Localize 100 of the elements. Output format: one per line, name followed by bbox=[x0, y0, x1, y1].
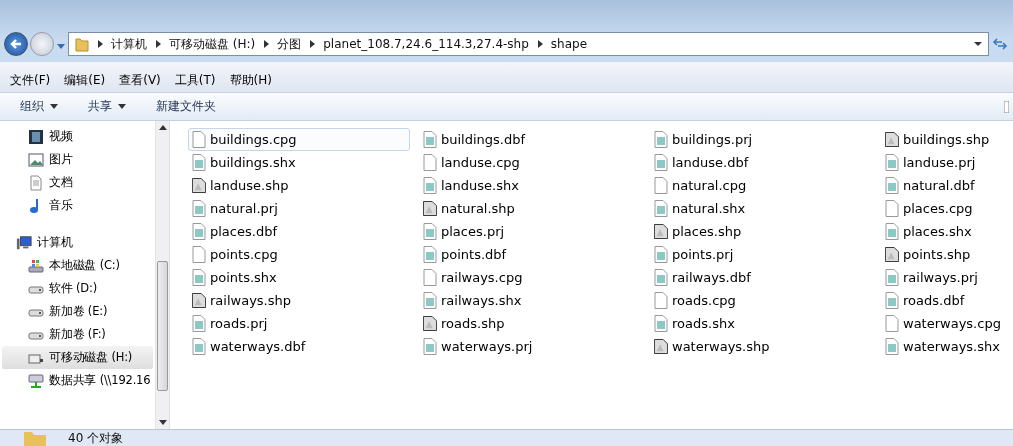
file-item[interactable]: landuse.dbf bbox=[650, 151, 872, 174]
file-item[interactable]: buildings.cpg bbox=[188, 128, 410, 151]
file-item[interactable]: points.dbf bbox=[419, 243, 641, 266]
address-bar[interactable]: 计算机 可移动磁盘 (H:) 分图 planet_108.7,24.6_114.3,27.4-shp shape bbox=[68, 32, 989, 56]
file-item[interactable]: roads.shx bbox=[650, 312, 872, 335]
data-file-icon bbox=[654, 315, 668, 332]
sidebar-item[interactable]: 视频 bbox=[2, 125, 153, 148]
file-item[interactable]: railways.shx bbox=[419, 289, 641, 312]
file-item[interactable]: landuse.prj bbox=[881, 151, 1013, 174]
file-item[interactable]: places.shp bbox=[650, 220, 872, 243]
data-file-icon bbox=[885, 154, 899, 171]
file-item[interactable]: landuse.cpg bbox=[419, 151, 641, 174]
scroll-up-icon[interactable] bbox=[159, 125, 167, 130]
file-item[interactable]: railways.shp bbox=[188, 289, 410, 312]
data-file-icon bbox=[192, 269, 206, 286]
file-item[interactable]: natural.prj bbox=[188, 197, 410, 220]
sidebar-item[interactable]: 可移动磁盘 (H:) bbox=[2, 346, 153, 369]
breadcrumb-item[interactable]: 分图 bbox=[277, 35, 302, 53]
file-item[interactable]: points.shp bbox=[881, 243, 1013, 266]
breadcrumb-item[interactable]: 计算机 bbox=[111, 35, 147, 53]
refresh-icon[interactable] bbox=[991, 36, 1009, 52]
file-item[interactable]: natural.dbf bbox=[881, 174, 1013, 197]
film-icon bbox=[28, 128, 44, 145]
file-item[interactable]: waterways.cpg bbox=[881, 312, 1013, 335]
file-item[interactable]: buildings.dbf bbox=[419, 128, 641, 151]
blank-file-icon bbox=[423, 154, 437, 171]
file-item[interactable]: roads.shp bbox=[419, 312, 641, 335]
file-item[interactable]: landuse.shp bbox=[188, 174, 410, 197]
menu-item[interactable]: 帮助(H) bbox=[229, 71, 272, 89]
sidebar-item[interactable]: 软件 (D:) bbox=[2, 277, 153, 300]
back-button[interactable] bbox=[4, 32, 28, 56]
menu-item[interactable]: 文件(F) bbox=[10, 71, 51, 89]
file-item[interactable]: waterways.shp bbox=[650, 335, 872, 358]
file-item[interactable]: railways.cpg bbox=[419, 266, 641, 289]
sidebar-item[interactable]: 新加卷 (E:) bbox=[2, 300, 153, 323]
menu-item[interactable]: 编辑(E) bbox=[64, 71, 106, 89]
toolbar-button[interactable]: 新建文件夹 bbox=[156, 98, 216, 115]
sidebar-item[interactable]: 文档 bbox=[2, 171, 153, 194]
file-item[interactable]: points.prj bbox=[650, 243, 872, 266]
file-item[interactable]: places.shx bbox=[881, 220, 1013, 243]
file-item[interactable]: landuse.shx bbox=[419, 174, 641, 197]
data-file-icon bbox=[654, 200, 668, 217]
blank-file-icon bbox=[654, 292, 668, 309]
sidebar-item[interactable]: 音乐 bbox=[2, 194, 153, 217]
blank-file-icon bbox=[192, 246, 206, 263]
file-item[interactable]: natural.shx bbox=[650, 197, 872, 220]
dropdown-arrow-icon bbox=[974, 41, 982, 47]
shape-file-icon bbox=[192, 292, 206, 309]
data-file-icon bbox=[885, 292, 899, 309]
sidebar-item[interactable]: 数据共享 (\\192.16 bbox=[2, 369, 153, 392]
sidebar-item[interactable]: 计算机 bbox=[2, 231, 153, 254]
data-file-icon bbox=[192, 200, 206, 217]
network-drive-icon bbox=[28, 372, 44, 389]
blank-file-icon bbox=[885, 315, 899, 332]
file-item[interactable]: roads.prj bbox=[188, 312, 410, 335]
breadcrumb-item[interactable]: shape bbox=[550, 37, 588, 51]
file-item[interactable]: points.cpg bbox=[188, 243, 410, 266]
data-file-icon bbox=[423, 223, 437, 240]
sidebar-item[interactable]: 新加卷 (F:) bbox=[2, 323, 153, 346]
file-item[interactable]: places.cpg bbox=[881, 197, 1013, 220]
grip-icon[interactable] bbox=[1004, 100, 1009, 113]
data-file-icon bbox=[885, 223, 899, 240]
data-file-icon bbox=[654, 246, 668, 263]
file-item[interactable]: railways.prj bbox=[881, 266, 1013, 289]
data-file-icon bbox=[192, 338, 206, 355]
file-item[interactable]: natural.cpg bbox=[650, 174, 872, 197]
file-item[interactable]: places.prj bbox=[419, 220, 641, 243]
file-item[interactable]: roads.cpg bbox=[650, 289, 872, 312]
data-file-icon bbox=[423, 177, 437, 194]
data-file-icon bbox=[423, 131, 437, 148]
file-item[interactable]: buildings.prj bbox=[650, 128, 872, 151]
file-item[interactable]: waterways.dbf bbox=[188, 335, 410, 358]
shape-file-icon bbox=[423, 315, 437, 332]
data-file-icon bbox=[192, 223, 206, 240]
file-item[interactable]: waterways.prj bbox=[419, 335, 641, 358]
file-item[interactable]: waterways.shx bbox=[881, 335, 1013, 358]
sidebar-item[interactable]: 图片 bbox=[2, 148, 153, 171]
toolbar-button[interactable]: 共享 bbox=[88, 98, 126, 115]
file-item[interactable]: buildings.shp bbox=[881, 128, 1013, 151]
chevron-icon bbox=[155, 40, 161, 48]
chevron-icon bbox=[536, 40, 543, 48]
file-item[interactable]: roads.dbf bbox=[881, 289, 1013, 312]
system-drive-icon bbox=[28, 257, 44, 274]
menu-item[interactable]: 查看(V) bbox=[119, 71, 161, 89]
data-file-icon bbox=[654, 269, 668, 286]
breadcrumb-item[interactable]: 可移动磁盘 (H:) bbox=[169, 35, 256, 53]
scroll-down-icon[interactable] bbox=[159, 420, 167, 425]
blank-file-icon bbox=[885, 200, 899, 217]
menu-item[interactable]: 工具(T) bbox=[174, 71, 216, 89]
breadcrumb-item[interactable]: planet_108.7,24.6_114.3,27.4-shp bbox=[323, 37, 529, 51]
scrollbar[interactable] bbox=[155, 121, 169, 429]
toolbar-button[interactable]: 组织 bbox=[20, 98, 58, 115]
file-item[interactable]: natural.shp bbox=[419, 197, 641, 220]
sidebar-item[interactable]: 本地磁盘 (C:) bbox=[2, 254, 153, 277]
data-file-icon bbox=[885, 177, 899, 194]
file-item[interactable]: points.shx bbox=[188, 266, 410, 289]
file-item[interactable]: buildings.shx bbox=[188, 151, 410, 174]
file-item[interactable]: places.dbf bbox=[188, 220, 410, 243]
data-file-icon bbox=[654, 131, 668, 148]
file-item[interactable]: railways.dbf bbox=[650, 266, 872, 289]
